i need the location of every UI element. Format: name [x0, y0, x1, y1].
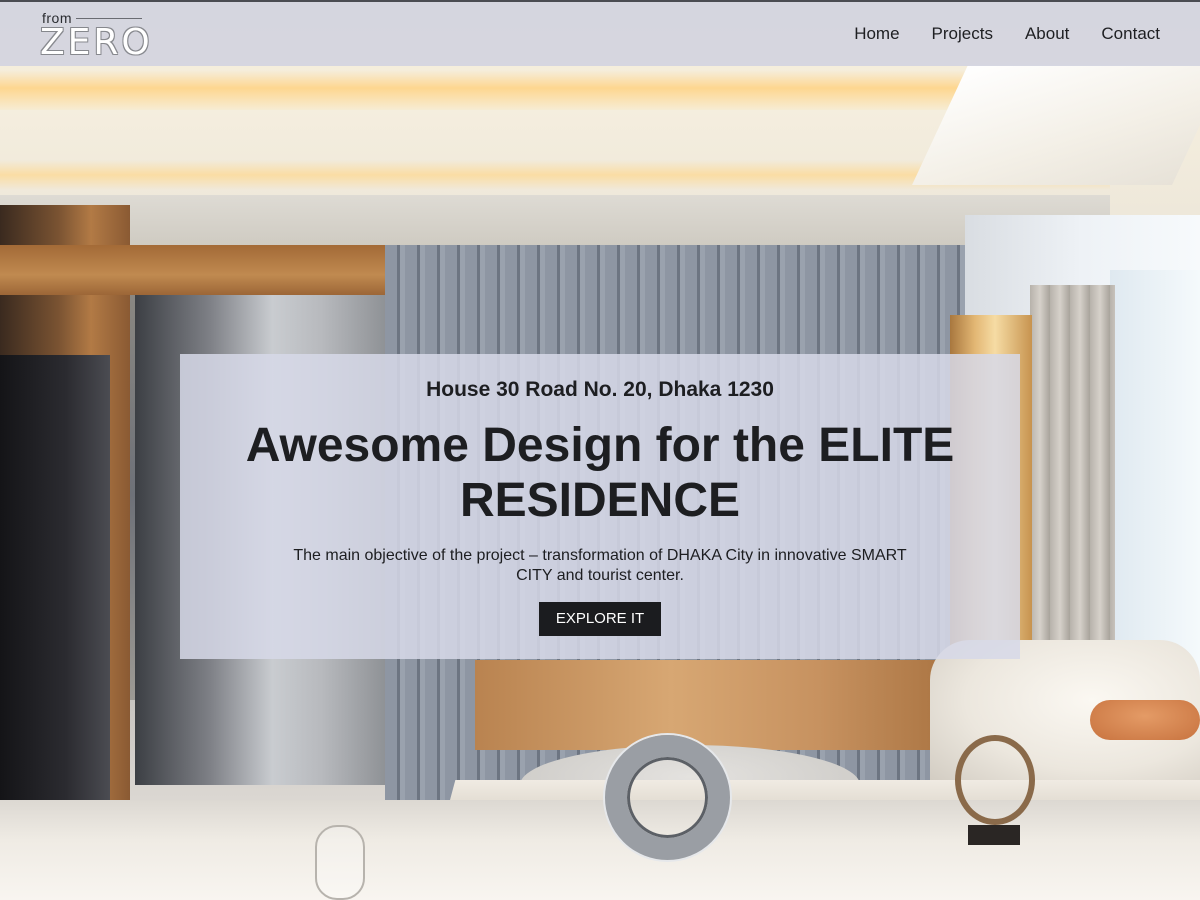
- cabinet-handle: [315, 825, 365, 900]
- ceiling-beam: [0, 195, 1110, 245]
- ceiling-cove-light: [0, 70, 1010, 110]
- sculpture-base: [968, 825, 1020, 845]
- main-nav: Home Projects About Contact: [854, 24, 1160, 44]
- logo[interactable]: from ZERO: [40, 10, 150, 63]
- hero-description: The main objective of the project – tran…: [293, 547, 907, 584]
- credenza: [475, 660, 965, 750]
- logo-rule: [76, 18, 142, 19]
- dark-door: [0, 355, 110, 805]
- explore-button[interactable]: EXPLORE IT: [538, 602, 662, 636]
- wood-header: [0, 245, 385, 295]
- nav-home[interactable]: Home: [854, 24, 899, 44]
- site-header: from ZERO Home Projects About Contact: [0, 0, 1200, 66]
- hero-address: House 30 Road No. 20, Dhaka 1230: [426, 378, 774, 401]
- hero-panel: House 30 Road No. 20, Dhaka 1230 Awesome…: [180, 354, 1020, 659]
- cushion: [1090, 700, 1200, 740]
- window: [1110, 270, 1200, 690]
- nav-about[interactable]: About: [1025, 24, 1069, 44]
- nav-contact[interactable]: Contact: [1101, 24, 1160, 44]
- nav-projects[interactable]: Projects: [932, 24, 993, 44]
- logo-big-text: ZERO: [40, 22, 153, 63]
- gold-sculpture: [955, 735, 1035, 825]
- silver-sculpture: [605, 735, 730, 860]
- hero-headline: Awesome Design for the ELITE RESIDENCE: [245, 419, 955, 527]
